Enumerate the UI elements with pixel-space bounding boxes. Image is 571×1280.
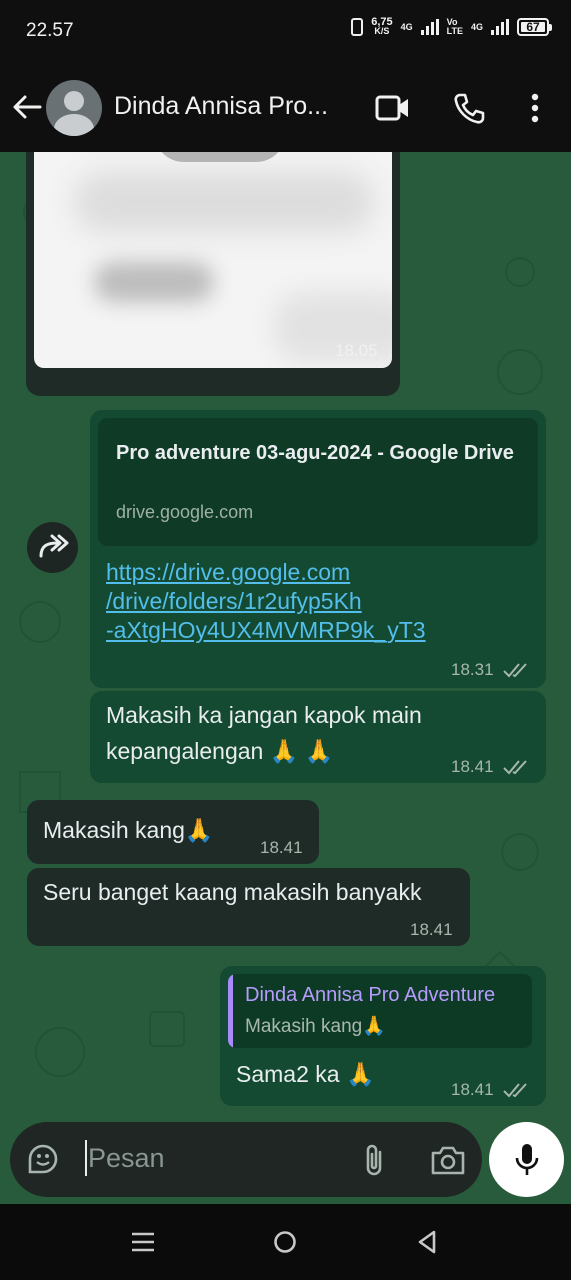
message-time: 18.05 [335,341,378,360]
home-icon[interactable] [273,1230,297,1254]
read-ticks-icon [503,1083,527,1098]
link-url-line2: /drive/folders/1r2ufyp5Kh [106,588,362,614]
image-message[interactable]: 18.05 [26,152,400,396]
message-time: 18.41 [410,920,453,939]
phone-call-icon[interactable] [452,92,486,126]
read-ticks-icon [503,663,527,678]
network-type-2-label: 4G [470,21,483,32]
volte-bottom: LTE [446,26,463,36]
message-text-line2: kepangalengan 🙏 🙏 [106,733,333,769]
message-bubble-incoming[interactable]: Makasih kang🙏 18.41 [27,800,319,864]
link-url[interactable]: https://drive.google.com /drive/folders/… [106,558,426,645]
signal-icon-1 [420,19,439,35]
sticker-icon[interactable] [26,1142,60,1176]
link-preview-title: Pro adventure 03-agu-2024 - Google Drive [116,442,514,464]
message-time: 18.41 [451,1080,494,1099]
video-call-icon[interactable] [375,94,411,122]
attach-icon[interactable] [362,1142,386,1178]
battery-icon: 67 [517,18,552,36]
read-ticks-icon [503,760,527,775]
vibrate-icon [351,18,364,36]
network-type-1-label: 4G [400,21,413,32]
message-bubble-outgoing[interactable]: Dinda Annisa Pro Adventure Makasih kang🙏… [220,966,546,1106]
more-vert-icon[interactable] [528,92,542,124]
link-preview-domain: drive.google.com [116,502,254,522]
link-url-line1: https://drive.google.com [106,559,351,585]
message-bubble-incoming[interactable]: Seru banget kaang makasih banyakk 18.41 [27,868,470,946]
quote-accent-bar [228,974,233,1048]
battery-level: 67 [526,19,540,34]
link-url-line3: -aXtgHOy4UX4MVMRP9k_yT3 [106,617,426,643]
pray-emoji-icon: 🙏 [362,1016,386,1037]
network-speed: 6,75 K/S [371,17,392,36]
message-text: Sama2 ka 🙏 [236,1056,375,1092]
quoted-message[interactable]: Dinda Annisa Pro Adventure Makasih kang🙏 [228,974,532,1048]
recent-apps-icon[interactable] [131,1231,155,1253]
back-arrow-icon[interactable] [10,90,44,124]
camera-icon[interactable] [430,1144,466,1176]
network-speed-unit: K/S [374,26,390,36]
chat-area[interactable]: 18.05 Pro adventure 03-agu-2024 - Google… [0,152,571,1204]
back-nav-icon[interactable] [416,1229,438,1255]
link-preview[interactable]: Pro adventure 03-agu-2024 - Google Drive… [98,418,538,546]
message-text: Makasih kang🙏 [43,812,214,848]
mic-button[interactable] [489,1122,564,1197]
text-caret [85,1140,87,1176]
message-time: 18.31 [451,660,494,679]
system-nav-bar [0,1204,571,1280]
message-bubble-outgoing[interactable]: Makasih ka jangan kapok main kepangaleng… [90,691,546,783]
message-input-bar[interactable]: Pesan [10,1122,482,1197]
pray-emoji-icon: 🙏 🙏 [269,738,334,764]
volte-label: Vo LTE [447,18,463,36]
signal-icon-2 [491,19,509,35]
mic-icon [515,1144,539,1175]
message-time: 18.41 [260,838,303,857]
network-type-1: 4G [400,21,413,32]
message-text-content: Makasih kang [43,817,185,843]
message-time: 18.41 [451,757,494,776]
quoted-sender-name: Dinda Annisa Pro Adventure [245,984,496,1006]
quoted-text-content: Makasih kang [245,1016,363,1037]
message-input[interactable]: Pesan [88,1143,165,1174]
quoted-text: Makasih kang🙏 [245,1014,386,1038]
message-text-content: Sama2 ka [236,1061,340,1087]
message-text-line1: Makasih ka jangan kapok main [106,702,422,728]
network-type-2: 4G [470,21,483,32]
status-icons: 6,75 K/S 4G Vo LTE 4G 67 [351,17,552,36]
status-time: 22.57 [26,20,74,41]
link-message[interactable]: Pro adventure 03-agu-2024 - Google Drive… [90,410,546,688]
chat-header: Dinda Annisa Pro... [0,64,571,152]
pray-emoji-icon: 🙏 [184,817,214,843]
contact-name[interactable]: Dinda Annisa Pro... [114,92,328,121]
image-thumbnail[interactable] [34,152,392,368]
avatar[interactable] [46,80,102,136]
forward-button[interactable] [27,522,78,573]
pray-emoji-icon: 🙏 [345,1061,375,1087]
forward-icon [39,534,69,558]
message-text-line2-text: kepangalengan [106,738,264,764]
message-text: Seru banget kaang makasih banyakk [43,879,422,905]
status-bar: 22.57 6,75 K/S 4G Vo LTE 4G 67 [0,0,571,64]
